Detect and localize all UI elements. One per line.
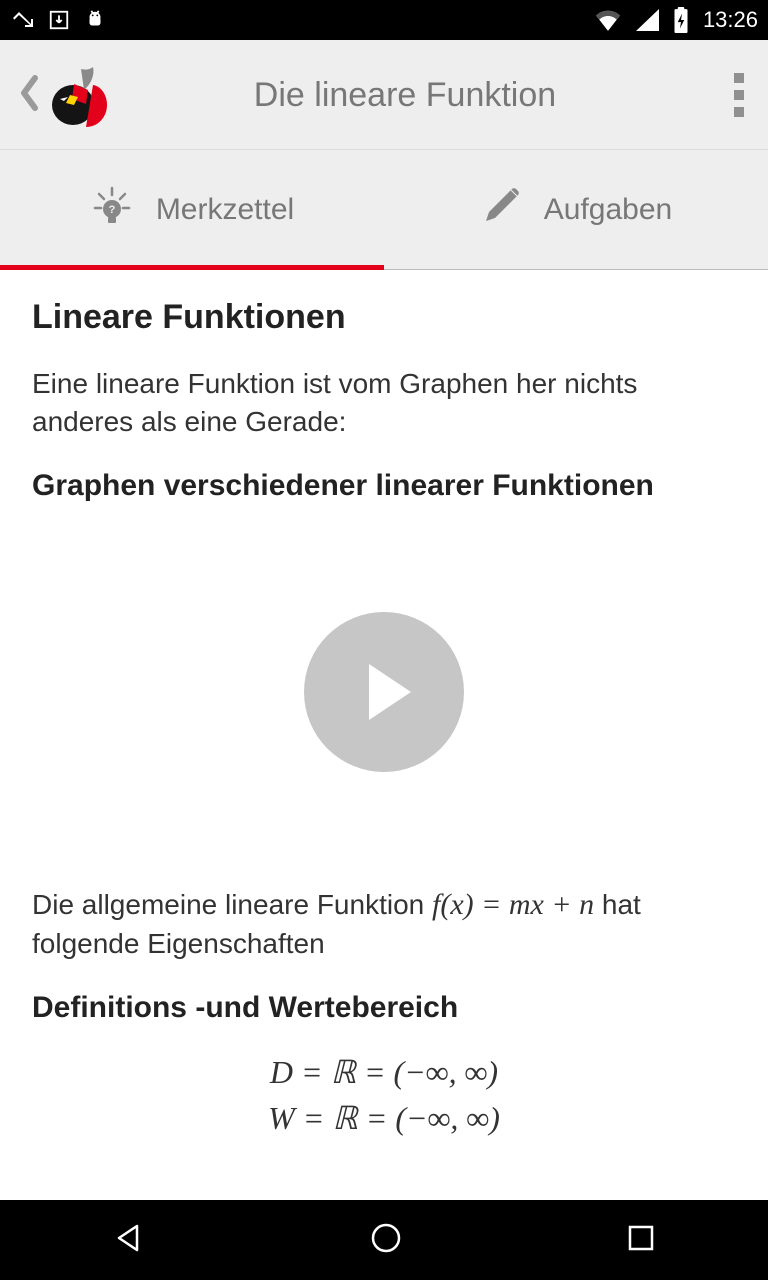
status-bar: R 13:26 [0, 0, 768, 40]
tab-bar: ? Merkzettel Aufgaben [0, 150, 768, 270]
back-button[interactable] [18, 74, 40, 117]
app-bar: Die lineare Funktion [0, 40, 768, 150]
play-button[interactable] [304, 612, 464, 772]
system-nav-bar [0, 1200, 768, 1280]
lightbulb-icon: ? [90, 184, 134, 236]
page-title: Die lineare Funktion [76, 76, 734, 115]
formula-domain-range: D = ℝ = (−∞, ∞) W = ℝ = (−∞, ∞) [32, 1049, 736, 1142]
heading-graphs: Graphen verschiedener linearer Funktione… [32, 469, 736, 503]
intro-paragraph: Eine lineare Funktion ist vom Graphen he… [32, 365, 736, 441]
adb-icon [84, 8, 106, 32]
download-icon [48, 9, 70, 31]
heading-main: Lineare Funktionen [32, 298, 736, 337]
pencil-icon [480, 185, 522, 235]
content-area[interactable]: Lineare Funktionen Eine lineare Funktion… [0, 270, 768, 1200]
status-time: 13:26 [703, 7, 758, 33]
svg-text:?: ? [108, 204, 115, 216]
nav-recent-button[interactable] [623, 1220, 659, 1261]
overflow-menu-button[interactable] [734, 73, 750, 117]
signal-icon: R [635, 9, 659, 31]
tab-label: Aufgaben [544, 193, 672, 227]
tab-label: Merkzettel [156, 193, 294, 227]
general-function-paragraph: Die allgemeine lineare Funktion f(x) = m… [32, 885, 736, 963]
missed-call-icon [10, 8, 34, 32]
tab-aufgaben[interactable]: Aufgaben [384, 150, 768, 270]
formula-general: f(x) = mx + n [432, 888, 594, 921]
battery-charging-icon [673, 7, 689, 33]
formula-domain: D = ℝ = (−∞, ∞) [32, 1049, 736, 1095]
nav-home-button[interactable] [366, 1218, 406, 1263]
video-placeholder [32, 527, 736, 857]
heading-domain-range: Definitions -und Wertebereich [32, 991, 736, 1025]
wifi-icon [595, 9, 621, 31]
tab-merkzettel[interactable]: ? Merkzettel [0, 150, 384, 270]
text-segment: Die allgemeine lineare Funktion [32, 889, 432, 920]
roaming-indicator: R [639, 7, 648, 21]
formula-range: W = ℝ = (−∞, ∞) [32, 1095, 736, 1141]
nav-back-button[interactable] [109, 1218, 149, 1263]
